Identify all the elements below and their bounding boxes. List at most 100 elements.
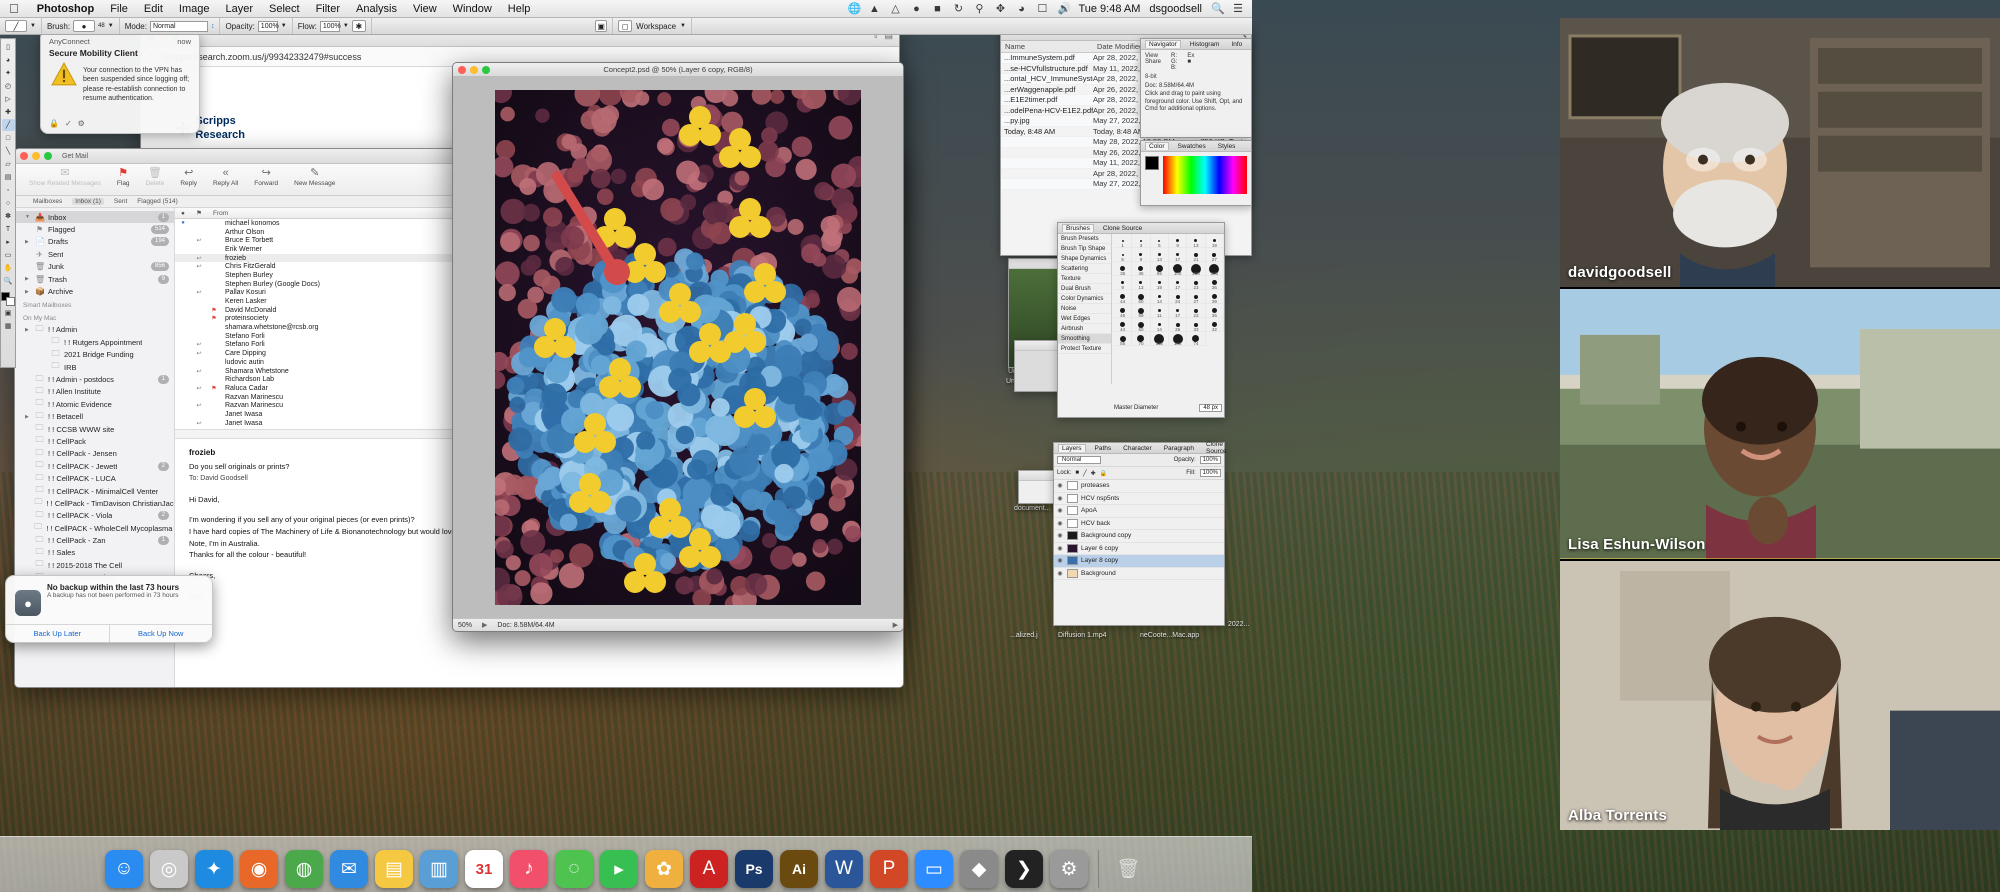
brush-preset[interactable]: 33: [1187, 318, 1206, 332]
timemachine-icon[interactable]: ↻: [952, 3, 964, 15]
participant-tile-2[interactable]: Lisa Eshun-Wilson: [1560, 289, 2000, 559]
shield-icon[interactable]: ■: [931, 3, 943, 15]
menu-app-name[interactable]: Photoshop: [29, 3, 102, 15]
brush-preset[interactable]: 13: [1132, 276, 1151, 290]
dock-item-powerpoint[interactable]: P: [870, 850, 908, 888]
back-up-later-button[interactable]: Back Up Later: [6, 625, 110, 642]
layer-row[interactable]: ◉ HCV nsp5nts: [1054, 493, 1224, 505]
sidebar-item-2021-bridge-funding[interactable]: 🗀 2021 Bridge Funding: [15, 349, 174, 361]
participant-tile-3[interactable]: Alba Torrents: [1560, 560, 2000, 830]
brush-preset[interactable]: 55: [1114, 332, 1133, 346]
desktop-preview-window-2[interactable]: [1014, 340, 1062, 392]
brushes-panel[interactable]: Brushes Clone Source Brush Presets Brush …: [1057, 222, 1225, 418]
brush-option-protect-texture[interactable]: Protect Texture: [1058, 344, 1111, 354]
dock[interactable]: ☺ ◎ ✦ ◉ ◍ ✉ ▤ ▥ 31 ♪ ◌ ▸ ✿ A Ps Ai W P ▭ ◆ ❯ ⚙ 🗑: [0, 836, 1252, 892]
layer-row[interactable]: ◉ Background copy: [1054, 530, 1224, 543]
layer-fill-value[interactable]: 100%: [1199, 469, 1221, 477]
tool-preset-group[interactable]: ╱ ▼: [0, 18, 42, 34]
brush-option-brush-tip-shape[interactable]: Brush Tip Shape: [1058, 244, 1111, 254]
type-icon[interactable]: T: [2, 223, 15, 235]
brush-preset[interactable]: 27: [1205, 248, 1224, 262]
brush-preset[interactable]: 44: [1114, 290, 1133, 304]
sidebar-item-admin-postdocs[interactable]: 🗀! ! Admin - postdocs 1: [15, 373, 174, 385]
sidebar-item-cellpack-minimalcell-venter[interactable]: 🗀! ! CellPACK - MinimalCell Venter: [15, 485, 174, 497]
brush-preset[interactable]: 9: [1132, 248, 1151, 262]
document-canvas-area[interactable]: [453, 77, 903, 618]
brush-preset[interactable]: 60: [1132, 290, 1151, 304]
color-spectrum-strip[interactable]: [1163, 156, 1247, 194]
menu-item-image[interactable]: Image: [171, 3, 218, 15]
tab-character[interactable]: Character: [1120, 445, 1155, 452]
brush-preset[interactable]: 13: [1150, 248, 1169, 262]
eye-icon[interactable]: ◉: [1056, 570, 1064, 577]
chevron-down-icon[interactable]: ▼: [343, 23, 349, 29]
chevron-down-icon[interactable]: ▼: [30, 23, 36, 29]
sidebar-item-drafts[interactable]: ▶ 📄 Drafts 194: [15, 236, 174, 248]
brush-preset[interactable]: 19: [1205, 234, 1224, 248]
workspace-label[interactable]: Workspace: [636, 22, 676, 31]
document-titlebar[interactable]: Concept2.psd @ 50% (Layer 6 copy, RGB/8): [453, 63, 903, 77]
brush-tool-icon[interactable]: ╱: [5, 20, 27, 32]
vpn-notification[interactable]: AnyConnect now Secure Mobility Client Yo…: [40, 30, 200, 134]
status-inbox[interactable]: Inbox (1): [72, 198, 104, 205]
sidebar-item-flagged[interactable]: ⚑ Flagged 514: [15, 223, 174, 235]
lock-all-icon[interactable]: 🔒: [1100, 470, 1107, 477]
brush-preset[interactable]: 44: [1114, 318, 1133, 332]
lock-icon[interactable]: 🔒: [49, 119, 59, 128]
layer-row[interactable]: ◉ Layer 6 copy: [1054, 543, 1224, 555]
sidebar-item-admin[interactable]: ▶ 🗀 ! ! Admin: [15, 324, 174, 336]
close-icon[interactable]: [20, 152, 28, 160]
desktop-file-label-5[interactable]: ...alized.j: [1010, 632, 1038, 639]
brush-preset[interactable]: 5: [1150, 234, 1169, 248]
layer-row[interactable]: ◉ ApoA: [1054, 505, 1224, 518]
gradient-icon[interactable]: ▤: [2, 171, 15, 183]
screen-mode-group[interactable]: ▣: [590, 18, 614, 34]
eye-icon[interactable]: ◉: [1056, 545, 1064, 552]
opacity-group[interactable]: Opacity: 100% ▼: [220, 18, 293, 34]
volume-icon[interactable]: 🔊: [1057, 3, 1071, 15]
layers-panel-tabs[interactable]: Layers Paths Character Paragraph Clone S…: [1054, 441, 1227, 455]
navigator-panel-tabs[interactable]: Navigator Histogram Info: [1141, 39, 1251, 50]
sidebar-item-atomic-evidence[interactable]: 🗀! ! Atomic Evidence: [15, 398, 174, 410]
brush-preset[interactable]: 42: [1205, 318, 1224, 332]
history-brush-icon[interactable]: ╲: [2, 145, 15, 157]
lock-image-icon[interactable]: ╱: [1083, 470, 1087, 477]
layer-row[interactable]: ◉ Background: [1054, 568, 1224, 580]
brush-preset[interactable]: 39: [1205, 290, 1224, 304]
brush-preset[interactable]: 65: [1150, 262, 1169, 276]
wand-icon[interactable]: ✦: [2, 67, 15, 79]
dock-item-terminal[interactable]: ❯: [1005, 850, 1043, 888]
brush-preset[interactable]: 23: [1187, 304, 1206, 318]
tab-navigator[interactable]: Navigator: [1145, 40, 1181, 48]
flow-input[interactable]: 100%: [319, 20, 341, 32]
sidebar-item-irb[interactable]: 🗀 IRB: [15, 361, 174, 373]
healing-icon[interactable]: ✚: [2, 106, 15, 118]
tab-color[interactable]: Color: [1145, 142, 1169, 150]
color-panel-tabs[interactable]: Color Swatches Styles: [1141, 141, 1251, 152]
menu-item-file[interactable]: File: [102, 3, 136, 15]
tab-brushes[interactable]: Brushes: [1062, 224, 1094, 232]
brush-option-shape-dynamics[interactable]: Shape Dynamics: [1058, 254, 1111, 264]
dock-item-notes[interactable]: ▤: [375, 850, 413, 888]
artwork-canvas[interactable]: [495, 90, 861, 605]
eye-icon[interactable]: ◉: [1056, 507, 1064, 514]
menu-item-layer[interactable]: Layer: [217, 3, 261, 15]
tab-swatches[interactable]: Swatches: [1175, 143, 1209, 150]
zoom-level[interactable]: 50%: [458, 622, 472, 629]
toolbar-forward-icon[interactable]: ↪ Forward: [254, 167, 278, 187]
back-up-now-button[interactable]: Back Up Now: [110, 625, 213, 642]
menu-item-select[interactable]: Select: [261, 3, 308, 15]
tab-paragraph[interactable]: Paragraph: [1161, 445, 1197, 452]
shape-icon[interactable]: ▭: [2, 249, 15, 261]
brush-option-dual-brush[interactable]: Dual Brush: [1058, 284, 1111, 294]
dock-item-chimera[interactable]: ◆: [960, 850, 998, 888]
brush-icon[interactable]: ╱: [1, 119, 15, 131]
from-column-header[interactable]: From: [207, 210, 228, 217]
sidebar-item-betacell[interactable]: ▶ 🗀! ! Betacell: [15, 410, 174, 422]
status-flagged[interactable]: Flagged (514): [137, 198, 177, 205]
master-diameter-value[interactable]: 48 px: [1199, 404, 1222, 412]
color-panel[interactable]: Color Swatches Styles: [1140, 140, 1252, 206]
layer-list[interactable]: ◉ proteases ◉ HCV nsp5nts ◉ ApoA ◉ HCV back ◉ Bac…: [1054, 480, 1224, 580]
apple-icon[interactable]: : [0, 2, 29, 15]
tab-layers[interactable]: Layers: [1058, 444, 1086, 452]
